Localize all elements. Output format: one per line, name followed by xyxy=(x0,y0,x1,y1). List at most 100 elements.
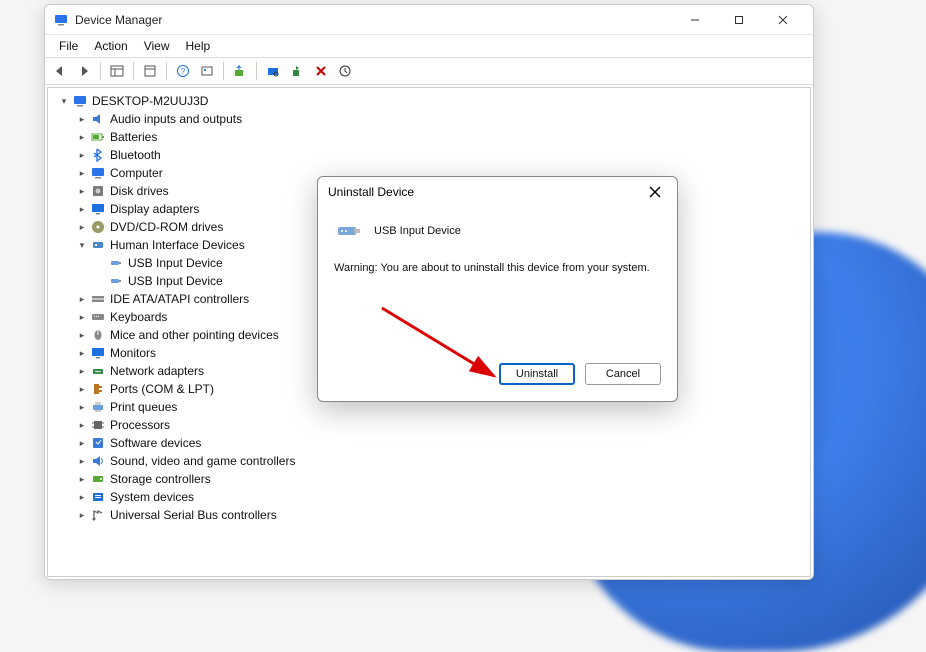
computer-icon xyxy=(90,165,106,181)
ports-icon xyxy=(90,381,106,397)
cancel-button[interactable]: Cancel xyxy=(585,363,661,385)
usb-device-icon xyxy=(334,219,364,243)
tree-category[interactable]: ▸ Universal Serial Bus controllers xyxy=(54,506,804,524)
computer-icon xyxy=(72,93,88,109)
tree-category[interactable]: ▸Processors xyxy=(54,416,804,434)
expander-icon[interactable]: ▸ xyxy=(76,330,88,341)
expander-icon[interactable]: ▸ xyxy=(76,204,88,215)
tree-category-label: Network adapters xyxy=(110,364,204,378)
tree-category-label: Keyboards xyxy=(110,310,167,324)
audio-icon xyxy=(90,111,106,127)
update-driver-button[interactable] xyxy=(229,60,251,82)
tree-category[interactable]: ▸ Sound, video and game controllers xyxy=(54,452,804,470)
expander-icon[interactable]: ▸ xyxy=(76,402,88,413)
tree-category-label: Audio inputs and outputs xyxy=(110,112,242,126)
disk-icon xyxy=(90,183,106,199)
expander-icon[interactable]: ▸ xyxy=(76,456,88,467)
tree-category-label: Storage controllers xyxy=(110,472,211,486)
expander-icon[interactable]: ▸ xyxy=(76,420,88,431)
expander-icon[interactable]: ▸ xyxy=(76,384,88,395)
tree-category[interactable]: ▸ Audio inputs and outputs xyxy=(54,110,804,128)
system-icon xyxy=(90,489,106,505)
expander-icon[interactable]: ▸ xyxy=(76,366,88,377)
expander-icon[interactable]: ▾ xyxy=(76,240,88,251)
menubar: File Action View Help xyxy=(45,35,813,57)
menu-file[interactable]: File xyxy=(51,37,86,55)
tree-category-label: Software devices xyxy=(110,436,201,450)
toolbar: ? xyxy=(45,57,813,85)
uninstall-button[interactable] xyxy=(310,60,332,82)
show-hide-tree-button[interactable] xyxy=(106,60,128,82)
expander-icon[interactable]: ▸ xyxy=(76,348,88,359)
expander-icon[interactable]: ▸ xyxy=(76,114,88,125)
expander-icon[interactable]: ▸ xyxy=(76,132,88,143)
expander-icon[interactable]: ▸ xyxy=(76,294,88,305)
hid-icon xyxy=(90,237,106,253)
tree-category-label: Monitors xyxy=(110,346,156,360)
action-button[interactable] xyxy=(196,60,218,82)
window-title: Device Manager xyxy=(75,13,673,27)
tree-category-label: Display adapters xyxy=(110,202,199,216)
tree-category[interactable]: ▸ Batteries xyxy=(54,128,804,146)
storage-icon xyxy=(90,471,106,487)
uninstall-confirm-button[interactable]: Uninstall xyxy=(499,363,575,385)
expander-icon[interactable]: ▸ xyxy=(76,186,88,197)
expander-icon[interactable]: ▸ xyxy=(76,438,88,449)
close-button[interactable] xyxy=(761,6,805,34)
keyboard-icon xyxy=(90,309,106,325)
network-icon xyxy=(90,363,106,379)
menu-action[interactable]: Action xyxy=(86,37,135,55)
maximize-button[interactable] xyxy=(717,6,761,34)
dialog-titlebar[interactable]: Uninstall Device xyxy=(318,177,677,207)
properties-button[interactable] xyxy=(139,60,161,82)
sound-icon xyxy=(90,453,106,469)
minimize-button[interactable] xyxy=(673,6,717,34)
tree-category-label: Sound, video and game controllers xyxy=(110,454,295,468)
menu-help[interactable]: Help xyxy=(178,37,219,55)
tree-category[interactable]: ▸ Bluetooth xyxy=(54,146,804,164)
tree-category[interactable]: ▸ Software devices xyxy=(54,434,804,452)
dialog-close-button[interactable] xyxy=(643,180,667,204)
ide-icon xyxy=(90,291,106,307)
expander-icon[interactable]: ▸ xyxy=(76,168,88,179)
tree-device-label: USB Input Device xyxy=(128,256,223,270)
dialog-device-name: USB Input Device xyxy=(374,225,461,237)
help-button[interactable]: ? xyxy=(172,60,194,82)
print-icon xyxy=(90,399,106,415)
usbctl-icon xyxy=(90,507,106,523)
expander-icon[interactable]: ▸ xyxy=(76,150,88,161)
toolbar-separator xyxy=(256,62,257,80)
tree-category-label: Disk drives xyxy=(110,184,169,198)
expander-icon[interactable]: ▸ xyxy=(76,222,88,233)
usb-icon xyxy=(108,255,124,271)
scan-hardware-button[interactable] xyxy=(334,60,356,82)
expander-icon[interactable]: ▸ xyxy=(76,474,88,485)
tree-category-label: Computer xyxy=(110,166,163,180)
expander-icon[interactable]: ▸ xyxy=(76,312,88,323)
tree-root[interactable]: ▾DESKTOP-M2UUJ3D xyxy=(54,92,804,110)
expander-icon[interactable]: ▸ xyxy=(76,510,88,521)
enable-button[interactable] xyxy=(286,60,308,82)
tree-category-label: Bluetooth xyxy=(110,148,161,162)
tree-category-label: System devices xyxy=(110,490,194,504)
tree-root-label: DESKTOP-M2UUJ3D xyxy=(92,94,208,108)
tree-category-label: Batteries xyxy=(110,130,157,144)
toolbar-separator xyxy=(100,62,101,80)
toolbar-separator xyxy=(223,62,224,80)
expander-icon[interactable]: ▸ xyxy=(76,492,88,503)
tree-category-label: Universal Serial Bus controllers xyxy=(110,508,277,522)
tree-category-label: DVD/CD-ROM drives xyxy=(110,220,223,234)
toolbar-separator xyxy=(133,62,134,80)
menu-view[interactable]: View xyxy=(136,37,178,55)
bluetooth-icon xyxy=(90,147,106,163)
mouse-icon xyxy=(90,327,106,343)
svg-text:?: ? xyxy=(181,67,186,76)
tree-category[interactable]: ▸ System devices xyxy=(54,488,804,506)
titlebar[interactable]: Device Manager xyxy=(45,5,813,35)
scan-button[interactable] xyxy=(262,60,284,82)
back-button[interactable] xyxy=(49,60,71,82)
toolbar-separator xyxy=(166,62,167,80)
monitor-icon xyxy=(90,345,106,361)
tree-category[interactable]: ▸ Storage controllers xyxy=(54,470,804,488)
forward-button[interactable] xyxy=(73,60,95,82)
